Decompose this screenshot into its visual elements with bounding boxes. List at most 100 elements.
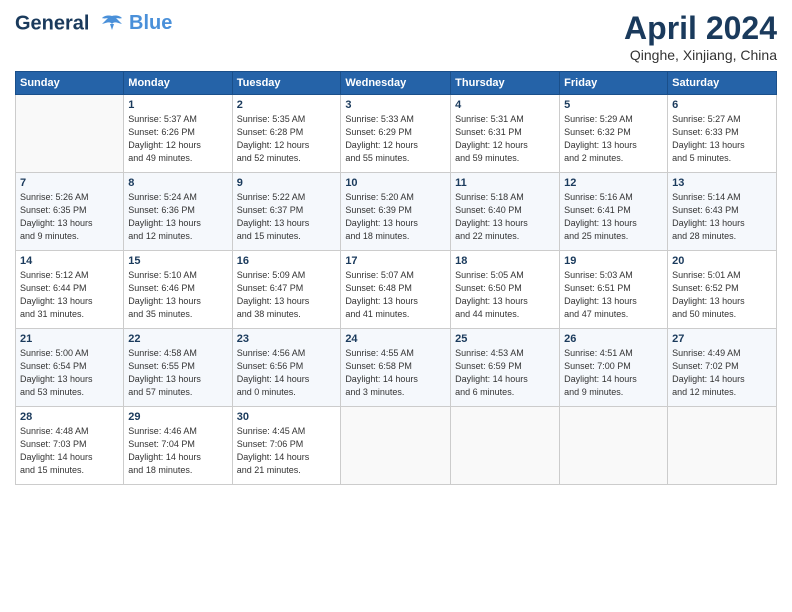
day-number: 28 (20, 411, 119, 423)
calendar-cell: 27Sunrise: 4:49 AM Sunset: 7:02 PM Dayli… (668, 329, 777, 407)
day-info: Sunrise: 5:29 AM Sunset: 6:32 PM Dayligh… (564, 113, 663, 165)
page-container: General Blue April 2024 Qinghe, Xinjiang… (0, 0, 792, 495)
logo-general: General (15, 12, 89, 34)
calendar-cell: 30 Sunrise: 4:45 AM Sunset: 7:06 PM Dayli… (232, 407, 341, 485)
day-info: Sunrise: 5:10 AM Sunset: 6:46 PM Dayligh… (128, 269, 227, 321)
day-number: 29 (128, 411, 227, 423)
day-number: 6 (672, 99, 772, 111)
weekday-header-monday: Monday (124, 72, 232, 95)
day-number: 2 (237, 99, 337, 111)
calendar-cell: 25 Sunrise: 4:53 AM Sunset: 6:59 PM Dayli… (451, 329, 560, 407)
logo-bird-icon (98, 10, 126, 38)
day-info: Sunrise: 5:07 AM Sunset: 6:48 PM Dayligh… (345, 269, 446, 321)
calendar-cell (668, 407, 777, 485)
day-info: Sunrise: 5:12 AM Sunset: 6:44 PM Dayligh… (20, 269, 119, 321)
weekday-header-sunday: Sunday (16, 72, 124, 95)
day-info: Sunrise: 4:56 AM Sunset: 6:56 PM Dayligh… (237, 347, 337, 399)
day-number: 11 (455, 177, 555, 189)
calendar-cell: 1 Sunrise: 5:37 AM Sunset: 6:26 PM Daylig… (124, 95, 232, 173)
calendar-cell: 24 Sunrise: 4:55 AM Sunset: 6:58 PM Dayli… (341, 329, 451, 407)
calendar-cell: 29 Sunrise: 4:46 AM Sunset: 7:04 PM Dayli… (124, 407, 232, 485)
calendar-cell: 26 Sunrise: 4:51 AM Sunset: 7:00 PM Dayli… (560, 329, 668, 407)
day-number: 8 (128, 177, 227, 189)
logo: General Blue (15, 10, 172, 38)
day-number: 25 (455, 333, 555, 345)
day-number: 10 (345, 177, 446, 189)
day-number: 15 (128, 255, 227, 267)
weekday-header-tuesday: Tuesday (232, 72, 341, 95)
day-number: 12 (564, 177, 663, 189)
calendar-table: SundayMondayTuesdayWednesdayThursdayFrid… (15, 71, 777, 485)
day-number: 4 (455, 99, 555, 111)
calendar-week-row: 21Sunrise: 5:00 AM Sunset: 6:54 PM Dayli… (16, 329, 777, 407)
location-subtitle: Qinghe, Xinjiang, China (624, 47, 777, 63)
day-info: Sunrise: 5:14 AM Sunset: 6:43 PM Dayligh… (672, 191, 772, 243)
day-number: 26 (564, 333, 663, 345)
day-number: 24 (345, 333, 446, 345)
logo-blue: Blue (129, 12, 172, 34)
calendar-cell: 8 Sunrise: 5:24 AM Sunset: 6:36 PM Daylig… (124, 173, 232, 251)
weekday-header-thursday: Thursday (451, 72, 560, 95)
day-number: 20 (672, 255, 772, 267)
day-info: Sunrise: 5:05 AM Sunset: 6:50 PM Dayligh… (455, 269, 555, 321)
day-info: Sunrise: 5:35 AM Sunset: 6:28 PM Dayligh… (237, 113, 337, 165)
day-number: 14 (20, 255, 119, 267)
day-info: Sunrise: 4:53 AM Sunset: 6:59 PM Dayligh… (455, 347, 555, 399)
day-info: Sunrise: 5:27 AM Sunset: 6:33 PM Dayligh… (672, 113, 772, 165)
day-info: Sunrise: 4:58 AM Sunset: 6:55 PM Dayligh… (128, 347, 227, 399)
calendar-cell: 10 Sunrise: 5:20 AM Sunset: 6:39 PM Dayli… (341, 173, 451, 251)
day-info: Sunrise: 4:45 AM Sunset: 7:06 PM Dayligh… (237, 425, 337, 477)
day-number: 30 (237, 411, 337, 423)
day-info: Sunrise: 5:20 AM Sunset: 6:39 PM Dayligh… (345, 191, 446, 243)
day-info: Sunrise: 5:24 AM Sunset: 6:36 PM Dayligh… (128, 191, 227, 243)
calendar-cell: 17Sunrise: 5:07 AM Sunset: 6:48 PM Dayli… (341, 251, 451, 329)
day-number: 23 (237, 333, 337, 345)
day-number: 1 (128, 99, 227, 111)
day-info: Sunrise: 5:37 AM Sunset: 6:26 PM Dayligh… (128, 113, 227, 165)
day-info: Sunrise: 5:09 AM Sunset: 6:47 PM Dayligh… (237, 269, 337, 321)
calendar-cell: 11 Sunrise: 5:18 AM Sunset: 6:40 PM Dayli… (451, 173, 560, 251)
weekday-header-saturday: Saturday (668, 72, 777, 95)
calendar-cell: 7 Sunrise: 5:26 AM Sunset: 6:35 PM Daylig… (16, 173, 124, 251)
day-number: 3 (345, 99, 446, 111)
day-info: Sunrise: 4:55 AM Sunset: 6:58 PM Dayligh… (345, 347, 446, 399)
day-info: Sunrise: 4:48 AM Sunset: 7:03 PM Dayligh… (20, 425, 119, 477)
calendar-cell: 2 Sunrise: 5:35 AM Sunset: 6:28 PM Daylig… (232, 95, 341, 173)
calendar-cell: 18Sunrise: 5:05 AM Sunset: 6:50 PM Dayli… (451, 251, 560, 329)
weekday-header-friday: Friday (560, 72, 668, 95)
calendar-cell: 14 Sunrise: 5:12 AM Sunset: 6:44 PM Dayli… (16, 251, 124, 329)
calendar-cell: 4 Sunrise: 5:31 AM Sunset: 6:31 PM Daylig… (451, 95, 560, 173)
day-info: Sunrise: 5:16 AM Sunset: 6:41 PM Dayligh… (564, 191, 663, 243)
calendar-cell: 22 Sunrise: 4:58 AM Sunset: 6:55 PM Dayli… (124, 329, 232, 407)
calendar-cell: 13 Sunrise: 5:14 AM Sunset: 6:43 PM Dayli… (668, 173, 777, 251)
day-number: 7 (20, 177, 119, 189)
calendar-week-row: 1 Sunrise: 5:37 AM Sunset: 6:26 PM Daylig… (16, 95, 777, 173)
calendar-cell: 9 Sunrise: 5:22 AM Sunset: 6:37 PM Daylig… (232, 173, 341, 251)
title-block: April 2024 Qinghe, Xinjiang, China (624, 10, 777, 63)
day-info: Sunrise: 4:51 AM Sunset: 7:00 PM Dayligh… (564, 347, 663, 399)
month-title: April 2024 (624, 10, 777, 47)
calendar-cell: 12 Sunrise: 5:16 AM Sunset: 6:41 PM Dayli… (560, 173, 668, 251)
day-number: 27 (672, 333, 772, 345)
day-info: Sunrise: 5:00 AM Sunset: 6:54 PM Dayligh… (20, 347, 119, 399)
day-info: Sunrise: 5:18 AM Sunset: 6:40 PM Dayligh… (455, 191, 555, 243)
day-info: Sunrise: 5:31 AM Sunset: 6:31 PM Dayligh… (455, 113, 555, 165)
calendar-cell (451, 407, 560, 485)
calendar-header-row: SundayMondayTuesdayWednesdayThursdayFrid… (16, 72, 777, 95)
day-number: 22 (128, 333, 227, 345)
calendar-cell: 23 Sunrise: 4:56 AM Sunset: 6:56 PM Dayli… (232, 329, 341, 407)
day-number: 5 (564, 99, 663, 111)
calendar-week-row: 14 Sunrise: 5:12 AM Sunset: 6:44 PM Dayli… (16, 251, 777, 329)
calendar-cell: 6 Sunrise: 5:27 AM Sunset: 6:33 PM Daylig… (668, 95, 777, 173)
day-info: Sunrise: 5:22 AM Sunset: 6:37 PM Dayligh… (237, 191, 337, 243)
calendar-cell: 15 Sunrise: 5:10 AM Sunset: 6:46 PM Dayli… (124, 251, 232, 329)
day-info: Sunrise: 5:26 AM Sunset: 6:35 PM Dayligh… (20, 191, 119, 243)
calendar-cell: 21Sunrise: 5:00 AM Sunset: 6:54 PM Dayli… (16, 329, 124, 407)
day-info: Sunrise: 5:01 AM Sunset: 6:52 PM Dayligh… (672, 269, 772, 321)
day-info: Sunrise: 4:46 AM Sunset: 7:04 PM Dayligh… (128, 425, 227, 477)
day-number: 9 (237, 177, 337, 189)
calendar-cell (560, 407, 668, 485)
calendar-week-row: 7 Sunrise: 5:26 AM Sunset: 6:35 PM Daylig… (16, 173, 777, 251)
day-number: 13 (672, 177, 772, 189)
calendar-week-row: 28 Sunrise: 4:48 AM Sunset: 7:03 PM Dayli… (16, 407, 777, 485)
